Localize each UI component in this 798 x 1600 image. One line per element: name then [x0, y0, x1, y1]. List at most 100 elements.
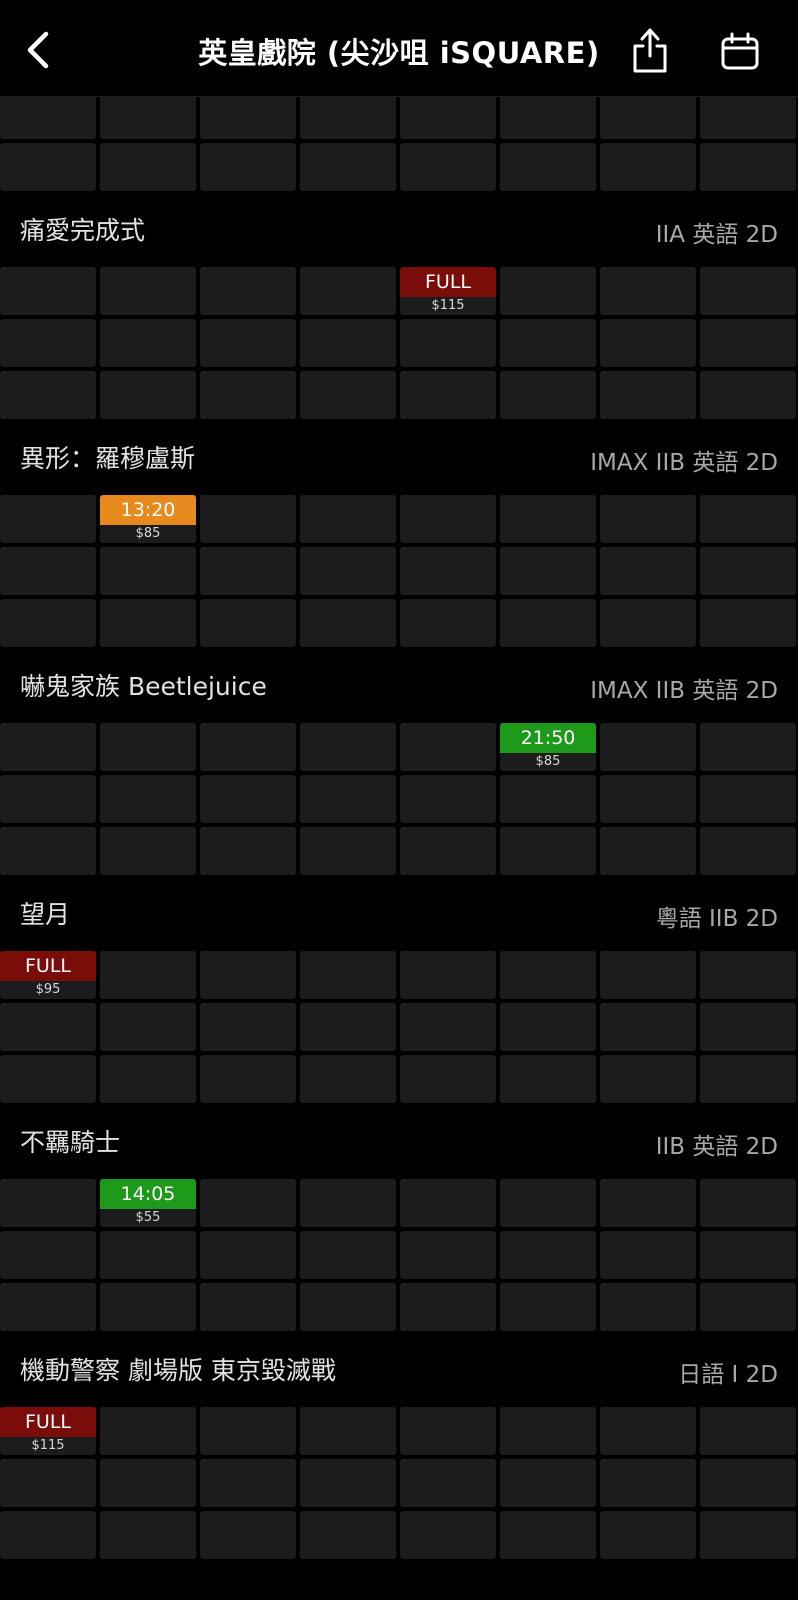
empty-slot [600, 371, 696, 419]
empty-slot [700, 319, 796, 367]
empty-slot [400, 1459, 496, 1507]
empty-slot [600, 599, 696, 647]
empty-slot [200, 1231, 296, 1279]
movie-header[interactable]: 異形：羅穆盧斯 IMAX IIB 英語 2D [0, 419, 798, 495]
session-slot[interactable]: 21:50 $85 [500, 723, 596, 771]
session-price: $95 [35, 982, 61, 997]
session-slot[interactable]: FULL $115 [400, 267, 496, 315]
share-button[interactable] [630, 26, 670, 74]
empty-slot [600, 775, 696, 823]
empty-slot [100, 1003, 196, 1051]
empty-slot [600, 723, 696, 771]
empty-slot [200, 547, 296, 595]
empty-slot [400, 1231, 496, 1279]
empty-slot [200, 319, 296, 367]
empty-slot [100, 547, 196, 595]
empty-slot [200, 267, 296, 315]
movie-header[interactable]: 機動警察 劇場版 東京毀滅戰 日語 I 2D [0, 1331, 798, 1407]
session-slot[interactable]: FULL $95 [0, 951, 96, 999]
empty-slot [500, 267, 596, 315]
empty-slot [600, 1055, 696, 1103]
session-slot[interactable]: 14:05 $55 [100, 1179, 196, 1227]
empty-slot [0, 319, 96, 367]
empty-slot [300, 319, 396, 367]
empty-slot [200, 1003, 296, 1051]
empty-slot [100, 143, 196, 191]
empty-slot [300, 1231, 396, 1279]
empty-slot [600, 827, 696, 875]
empty-slot [600, 1003, 696, 1051]
empty-slot [300, 1511, 396, 1559]
empty-slot [600, 1231, 696, 1279]
empty-slot [0, 599, 96, 647]
empty-slot [700, 495, 796, 543]
empty-slot [200, 1459, 296, 1507]
empty-slot [200, 951, 296, 999]
empty-slot [700, 1055, 796, 1103]
movie-title: 嚇鬼家族 Beetlejuice [20, 672, 267, 701]
empty-slot [400, 1055, 496, 1103]
empty-slot [0, 1511, 96, 1559]
movie-section: 機動警察 劇場版 東京毀滅戰 日語 I 2D FULL $115 [0, 1331, 798, 1559]
empty-slot [0, 1179, 96, 1227]
session-price: $85 [135, 526, 161, 541]
session-time-badge: FULL [0, 951, 96, 981]
share-icon [633, 28, 667, 73]
empty-slot [500, 827, 596, 875]
empty-slot [0, 723, 96, 771]
movie-section: 異形：羅穆盧斯 IMAX IIB 英語 2D 13:20 $85 [0, 419, 798, 647]
empty-slot [600, 1407, 696, 1455]
empty-slot [300, 1055, 396, 1103]
empty-slot [400, 97, 496, 139]
empty-slot [700, 267, 796, 315]
movie-header[interactable]: 嚇鬼家族 Beetlejuice IMAX IIB 英語 2D [0, 647, 798, 723]
empty-slot [500, 1459, 596, 1507]
empty-slot [400, 371, 496, 419]
empty-slot [200, 97, 296, 139]
showtime-grid: 13:20 $85 [0, 495, 798, 647]
empty-slot [300, 775, 396, 823]
empty-slot [700, 371, 796, 419]
empty-slot [100, 1459, 196, 1507]
empty-slot [500, 1179, 596, 1227]
movie-format: IMAX IIB 英語 2D [590, 450, 778, 476]
empty-slot [600, 1283, 696, 1331]
empty-slot [100, 97, 196, 139]
empty-slot [100, 1231, 196, 1279]
empty-slot [0, 775, 96, 823]
calendar-icon [721, 32, 759, 70]
empty-slot [300, 97, 396, 139]
empty-slot [200, 827, 296, 875]
empty-slot [0, 1459, 96, 1507]
session-time-badge: FULL [0, 1407, 96, 1437]
showtime-grid: 14:05 $55 [0, 1179, 798, 1331]
session-time-badge: 14:05 [100, 1179, 196, 1209]
session-slot[interactable]: 13:20 $85 [100, 495, 196, 543]
movie-format: IMAX IIB 英語 2D [590, 678, 778, 704]
empty-slot [600, 1459, 696, 1507]
showtime-grid: FULL $95 [0, 951, 798, 1103]
session-slot[interactable]: FULL $115 [0, 1407, 96, 1455]
empty-slot [400, 827, 496, 875]
empty-slot [700, 1003, 796, 1051]
empty-slot [600, 267, 696, 315]
empty-slot [300, 267, 396, 315]
empty-slot [0, 827, 96, 875]
movie-format: 粵語 IIB 2D [655, 906, 778, 932]
empty-slot [0, 1055, 96, 1103]
movie-header[interactable]: 不羈騎士 IIB 英語 2D [0, 1103, 798, 1179]
empty-slot [0, 143, 96, 191]
movie-section: 嚇鬼家族 Beetlejuice IMAX IIB 英語 2D 21:50 $85 [0, 647, 798, 875]
empty-slot [100, 371, 196, 419]
movie-title: 不羈騎士 [20, 1128, 121, 1157]
empty-slot [700, 775, 796, 823]
calendar-button[interactable] [720, 32, 760, 72]
empty-slot [400, 547, 496, 595]
empty-slot [200, 1283, 296, 1331]
empty-slot [700, 599, 796, 647]
empty-slot [100, 1055, 196, 1103]
movie-header[interactable]: 痛愛完成式 IIA 英語 2D [0, 191, 798, 267]
empty-slot [600, 1511, 696, 1559]
movie-header[interactable]: 望月 粵語 IIB 2D [0, 875, 798, 951]
empty-slot [500, 599, 596, 647]
